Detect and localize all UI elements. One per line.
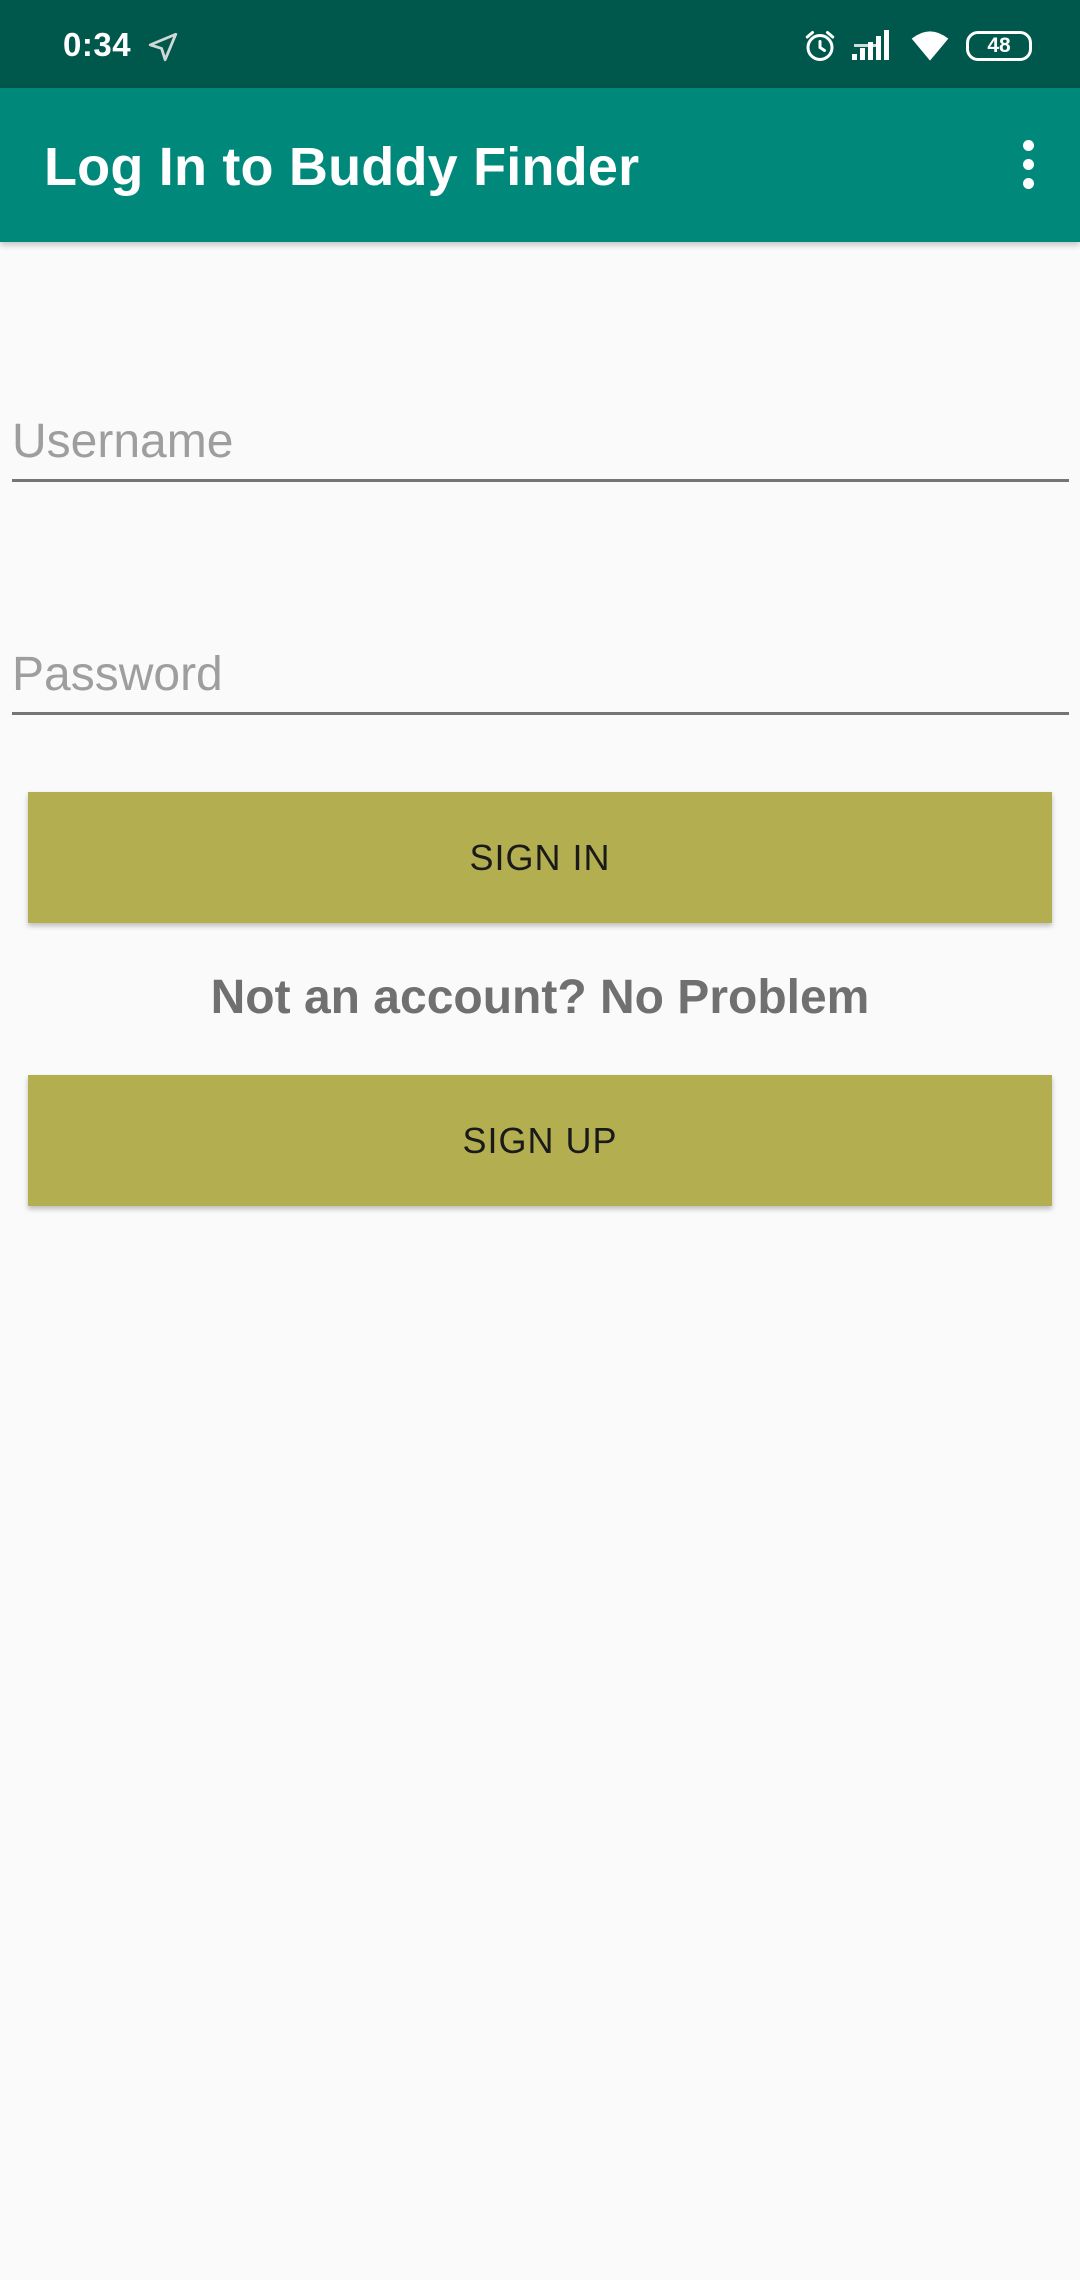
password-field-container — [12, 633, 1069, 715]
battery-icon: 48 — [966, 31, 1032, 61]
status-time: 0:34 — [63, 26, 132, 63]
status-icons: 48 — [802, 26, 1032, 66]
more-vert-icon[interactable] — [998, 128, 1058, 200]
username-input[interactable] — [12, 409, 1069, 473]
signup-prompt-text: Not an account? No Problem — [210, 971, 870, 1024]
password-input[interactable] — [12, 642, 1069, 706]
username-field-container — [12, 400, 1069, 482]
overflow-dot — [1022, 158, 1034, 170]
overflow-dot — [1022, 177, 1034, 189]
status-bar: 0:34 48 — [0, 0, 1080, 88]
signal-icon — [852, 30, 889, 60]
sign-in-button[interactable]: SIGN IN — [28, 792, 1052, 923]
battery-level: 48 — [987, 34, 1011, 57]
overflow-dot — [1022, 139, 1034, 151]
app-bar: Log In to Buddy Finder — [0, 88, 1080, 242]
alarm-icon — [805, 31, 835, 61]
page-title: Log In to Buddy Finder — [44, 137, 640, 197]
sign-up-button[interactable]: SIGN UP — [28, 1075, 1052, 1206]
wifi-icon — [911, 31, 949, 61]
navigation-arrow-icon — [148, 32, 178, 62]
